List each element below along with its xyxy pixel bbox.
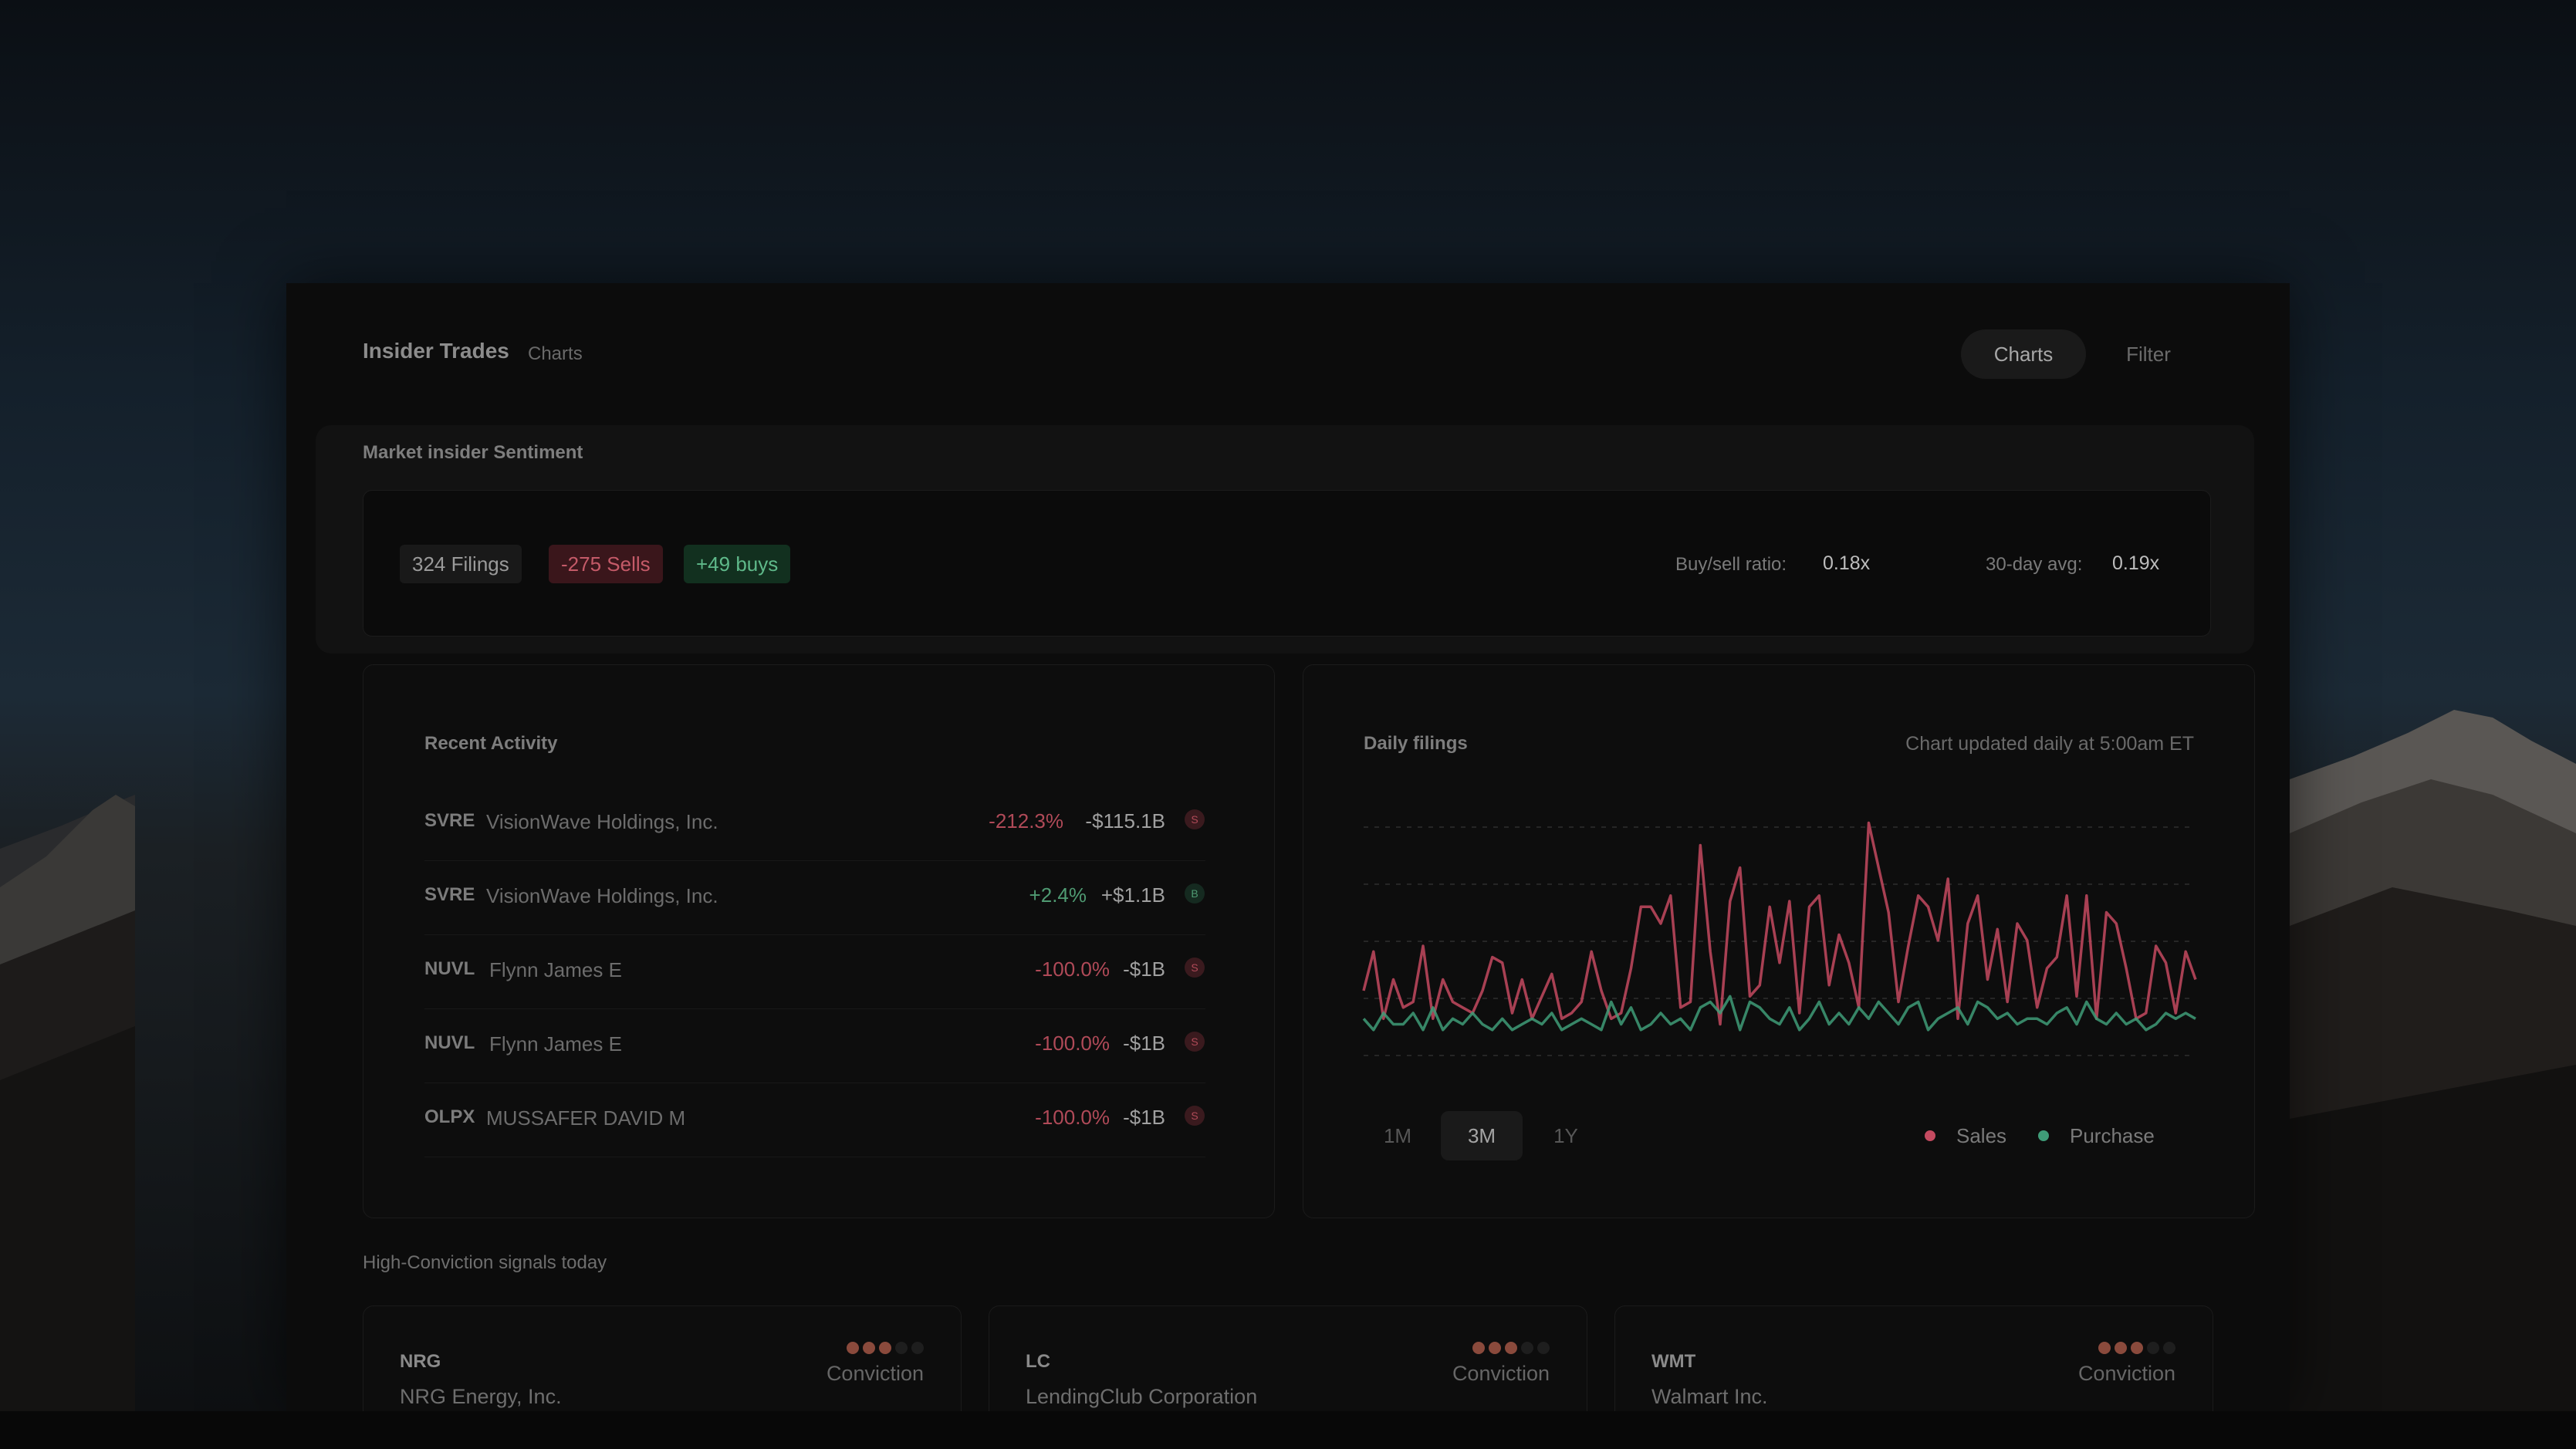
daily-filings-card: Daily filings Chart updated daily at 5:0… xyxy=(1303,664,2255,1218)
conviction-dot xyxy=(879,1342,891,1354)
row-insider-name: VisionWave Holdings, Inc. xyxy=(486,884,718,907)
row-amount: -$1B xyxy=(1123,1032,1165,1055)
conviction-meter xyxy=(1472,1342,1550,1354)
sells-count-badge: -275 Sells xyxy=(549,545,663,583)
table-row[interactable]: SVRE VisionWave Holdings, Inc. -212.3% -$11… xyxy=(424,787,1205,861)
purchase-legend-label: Purchase xyxy=(2070,1124,2155,1147)
insider-trades-panel: Insider Trades Charts Charts Filter Mark… xyxy=(286,283,2290,1411)
page-title: Insider Trades xyxy=(363,339,509,363)
conviction-dot xyxy=(895,1342,908,1354)
row-ticker: NUVL xyxy=(424,958,475,979)
chart-update-note: Chart updated daily at 5:00am ET xyxy=(1905,733,2194,755)
conviction-meter xyxy=(847,1342,924,1354)
signal-card[interactable]: WMT Walmart Inc. Conviction xyxy=(1614,1305,2213,1411)
sales-legend-label: Sales xyxy=(1956,1124,2007,1147)
page-subtitle: Charts xyxy=(528,343,583,364)
signal-company-name: NRG Energy, Inc. xyxy=(400,1385,562,1408)
buy-sell-ratio-label: Buy/sell ratio: xyxy=(1675,554,1787,575)
row-amount: -$1B xyxy=(1123,958,1165,981)
bottom-edge xyxy=(0,1411,2576,1449)
row-percent-change: -212.3% xyxy=(989,809,1063,833)
signal-ticker: NRG xyxy=(400,1351,441,1372)
sales-legend-dot xyxy=(1925,1130,1935,1141)
row-insider-name: MUSSAFER DAVID M xyxy=(486,1106,686,1130)
sentiment-title: Market insider Sentiment xyxy=(363,442,583,463)
row-amount: -$115.1B xyxy=(1085,809,1165,833)
sales-series-line xyxy=(1362,821,2197,1026)
row-insider-name: VisionWave Holdings, Inc. xyxy=(486,810,718,833)
row-ticker: NUVL xyxy=(424,1032,475,1053)
recent-activity-card: Recent Activity SVRE VisionWave Holdings,… xyxy=(363,664,1275,1218)
signal-ticker: LC xyxy=(1026,1351,1050,1372)
buys-count-badge: +49 buys xyxy=(684,545,791,583)
conviction-dot xyxy=(1537,1342,1550,1354)
sentiment-section: Market insider Sentiment 324 Filings -27… xyxy=(316,425,2254,654)
conviction-label: Conviction xyxy=(1452,1362,1550,1385)
row-type-badge: S xyxy=(1185,1032,1205,1052)
signal-card[interactable]: LC LendingClub Corporation Conviction xyxy=(989,1305,1587,1411)
row-ticker: OLPX xyxy=(424,1106,475,1127)
recent-activity-title: Recent Activity xyxy=(424,733,558,754)
daily-filings-title: Daily filings xyxy=(1364,733,1468,754)
purchase-legend-dot xyxy=(2038,1130,2049,1141)
conviction-dot xyxy=(911,1342,924,1354)
conviction-dot xyxy=(1472,1342,1485,1354)
conviction-label: Conviction xyxy=(826,1362,924,1385)
conviction-dot xyxy=(1489,1342,1501,1354)
purchase-series-line xyxy=(1362,995,2196,1032)
table-row[interactable]: SVRE VisionWave Holdings, Inc. +2.4% +$1.1B… xyxy=(424,861,1205,935)
row-amount: -$1B xyxy=(1123,1106,1165,1129)
conviction-dot xyxy=(2163,1342,2175,1354)
sentiment-summary: 324 Filings -275 Sells +49 buys Buy/sell… xyxy=(363,490,2211,637)
table-row[interactable]: NUVL Flynn James E -100.0% -$1B S xyxy=(424,935,1205,1009)
conviction-dot xyxy=(847,1342,859,1354)
range-1y-button[interactable]: 1Y xyxy=(1543,1111,1589,1160)
row-insider-name: Flynn James E xyxy=(489,1032,622,1056)
row-type-badge: S xyxy=(1185,1106,1205,1126)
conviction-meter xyxy=(2098,1342,2175,1354)
row-ticker: SVRE xyxy=(424,810,475,831)
tab-filter[interactable]: Filter xyxy=(2106,329,2191,379)
row-amount: +$1.1B xyxy=(1100,883,1165,907)
tab-charts[interactable]: Charts xyxy=(1961,329,2086,379)
signal-company-name: LendingClub Corporation xyxy=(1026,1385,1258,1408)
filings-count-badge: 324 Filings xyxy=(400,545,522,583)
conviction-dot xyxy=(1505,1342,1517,1354)
conviction-dot xyxy=(2131,1342,2143,1354)
signal-card[interactable]: NRG NRG Energy, Inc. Conviction xyxy=(363,1305,962,1411)
conviction-dot xyxy=(2147,1342,2159,1354)
conviction-dot xyxy=(1521,1342,1533,1354)
range-1m-button[interactable]: 1M xyxy=(1374,1111,1421,1160)
buy-sell-ratio-value: 0.18x xyxy=(1823,552,1871,574)
conviction-dot xyxy=(2098,1342,2111,1354)
thirty-day-avg-value: 0.19x xyxy=(2112,552,2160,574)
table-row[interactable]: OLPX MUSSAFER DAVID M -100.0% -$1B S xyxy=(424,1083,1205,1157)
row-ticker: SVRE xyxy=(424,884,475,905)
table-row[interactable]: NUVL Flynn James E -100.0% -$1B S xyxy=(424,1009,1205,1083)
row-type-badge: S xyxy=(1185,809,1205,829)
daily-filings-chart xyxy=(1362,821,2197,1056)
row-type-badge: S xyxy=(1185,958,1205,978)
conviction-dot xyxy=(863,1342,875,1354)
signal-ticker: WMT xyxy=(1651,1351,1696,1372)
thirty-day-avg-label: 30-day avg: xyxy=(1986,554,2083,575)
range-3m-button[interactable]: 3M xyxy=(1441,1111,1523,1160)
conviction-label: Conviction xyxy=(2077,1362,2175,1385)
conviction-dot xyxy=(2115,1342,2127,1354)
signals-title: High-Conviction signals today xyxy=(363,1252,607,1273)
row-insider-name: Flynn James E xyxy=(489,958,622,981)
signal-company-name: Walmart Inc. xyxy=(1651,1385,1768,1408)
row-type-badge: B xyxy=(1185,883,1205,904)
